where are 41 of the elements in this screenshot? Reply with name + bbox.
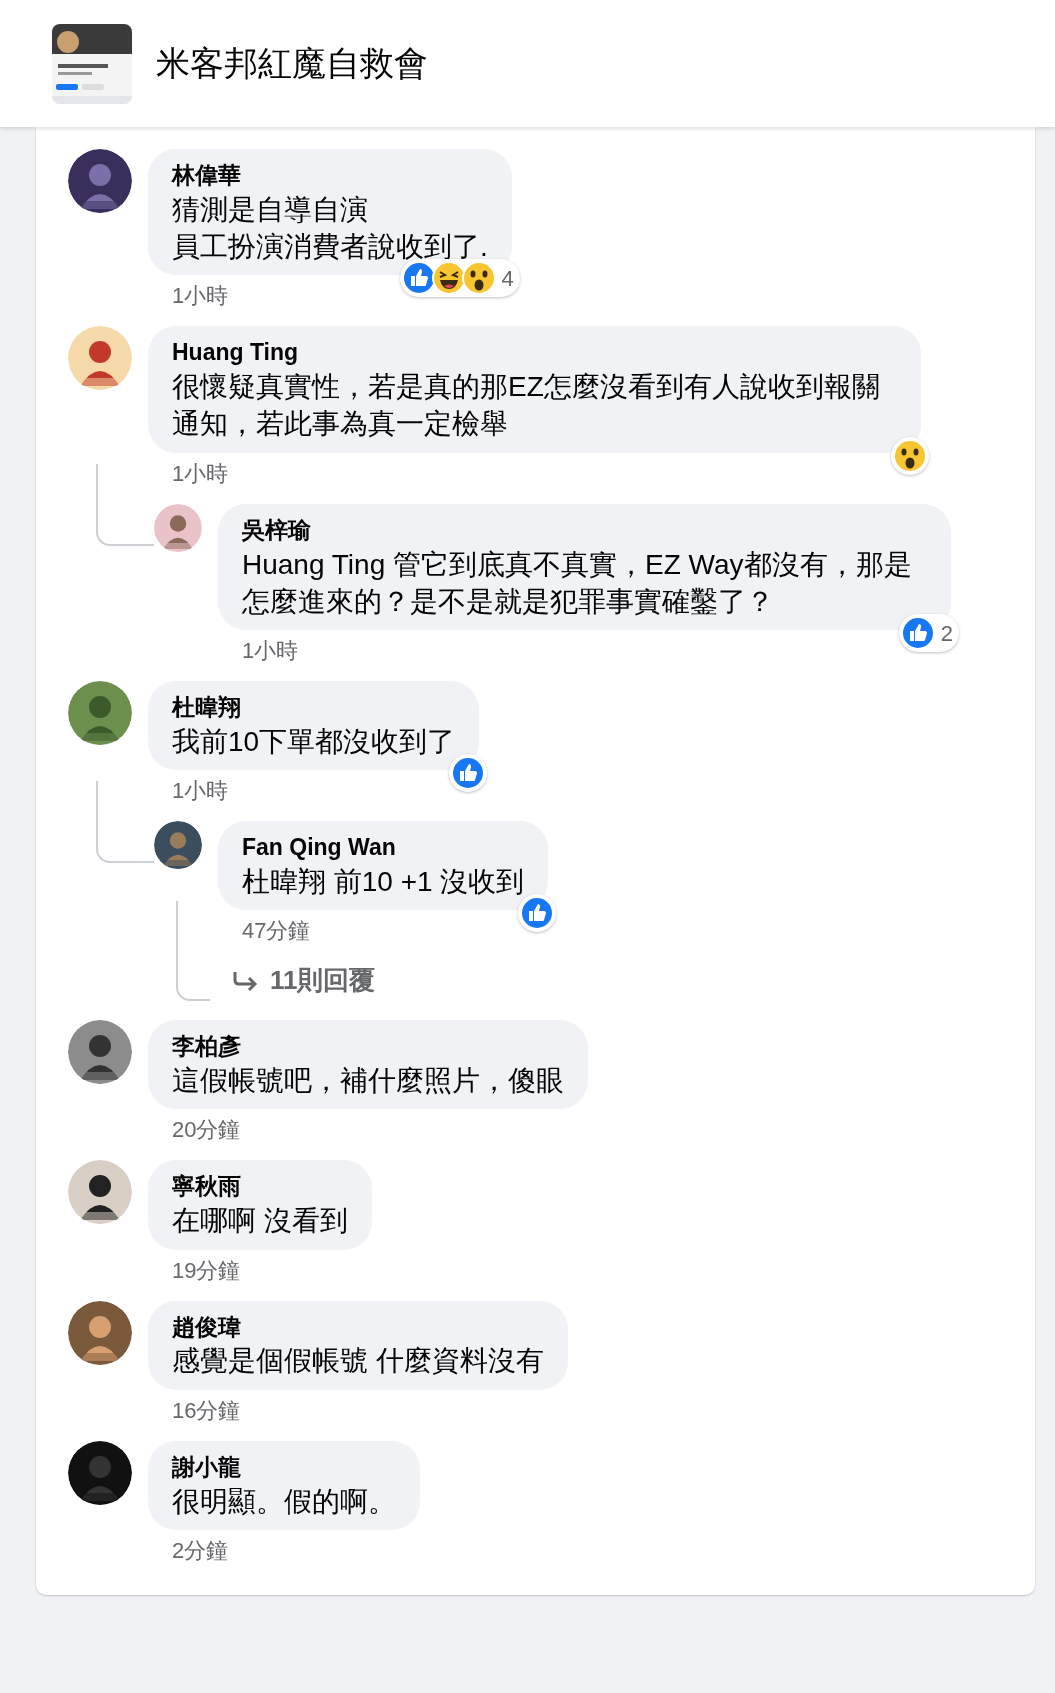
- comment-time: 2分鐘: [171, 1536, 230, 1565]
- comment-time: 20分鐘: [171, 1116, 242, 1145]
- comment-text: 很懷疑真實性，若是真的那EZ怎麼沒看到有人說收到報關通知，若此事為真一定檢舉: [172, 370, 881, 442]
- author-name[interactable]: 杜暐翔: [172, 693, 456, 723]
- comment-text: 我前10下單都沒收到了: [172, 724, 456, 759]
- comment-text: 在哪啊 沒看到: [172, 1204, 348, 1239]
- author-name[interactable]: Fan Qing Wan: [242, 833, 525, 864]
- comment-text: 很明顯。假的啊。: [172, 1484, 396, 1519]
- comment-text: 杜暐翔 前10 +1 沒收到: [242, 865, 525, 900]
- like-icon: [451, 756, 486, 791]
- like-icon: [900, 616, 935, 651]
- author-name[interactable]: 趙俊瑋: [172, 1312, 544, 1343]
- author-name[interactable]: Huang Ting: [172, 338, 897, 369]
- author-name[interactable]: 吳梓瑜: [242, 515, 927, 546]
- reaction-count: 4: [501, 264, 514, 293]
- reply-arrow-icon: [232, 969, 260, 992]
- comment-time: 1小時: [171, 459, 230, 488]
- comment-time: 1小時: [171, 777, 230, 806]
- comment-time: 1小時: [171, 282, 230, 311]
- comment-time: 19分鐘: [171, 1256, 242, 1285]
- author-name[interactable]: 謝小龍: [172, 1452, 396, 1483]
- reaction-summary[interactable]: 4: [399, 259, 520, 298]
- like-icon: [520, 896, 555, 931]
- like-icon: [401, 261, 436, 296]
- comment-text: 這假帳號吧，補什麼照片，傻眼: [172, 1064, 564, 1099]
- author-name[interactable]: 寧秋雨: [172, 1172, 348, 1203]
- laughing-emoji-icon: [431, 261, 466, 296]
- author-name[interactable]: 李柏彥: [172, 1032, 564, 1063]
- comment-text: 猜測是自導自演: [172, 192, 369, 227]
- view-replies-link[interactable]: 11則回覆: [208, 961, 376, 1001]
- surprised-emoji-icon: [893, 438, 927, 473]
- reaction-count: 2: [940, 619, 953, 648]
- comment-time: 47分鐘: [241, 917, 312, 946]
- comment-time: 1小時: [241, 637, 300, 666]
- comment-text: 感覺是個假帳號 什麼資料沒有: [172, 1344, 544, 1379]
- reaction-summary[interactable]: [891, 436, 929, 475]
- reaction-summary[interactable]: 2: [898, 614, 959, 653]
- author-name[interactable]: 林偉華: [172, 161, 488, 191]
- comment-time: 16分鐘: [171, 1396, 242, 1425]
- surprised-emoji-icon: [461, 261, 496, 296]
- group-name: 米客邦紅魔自救會: [156, 43, 428, 84]
